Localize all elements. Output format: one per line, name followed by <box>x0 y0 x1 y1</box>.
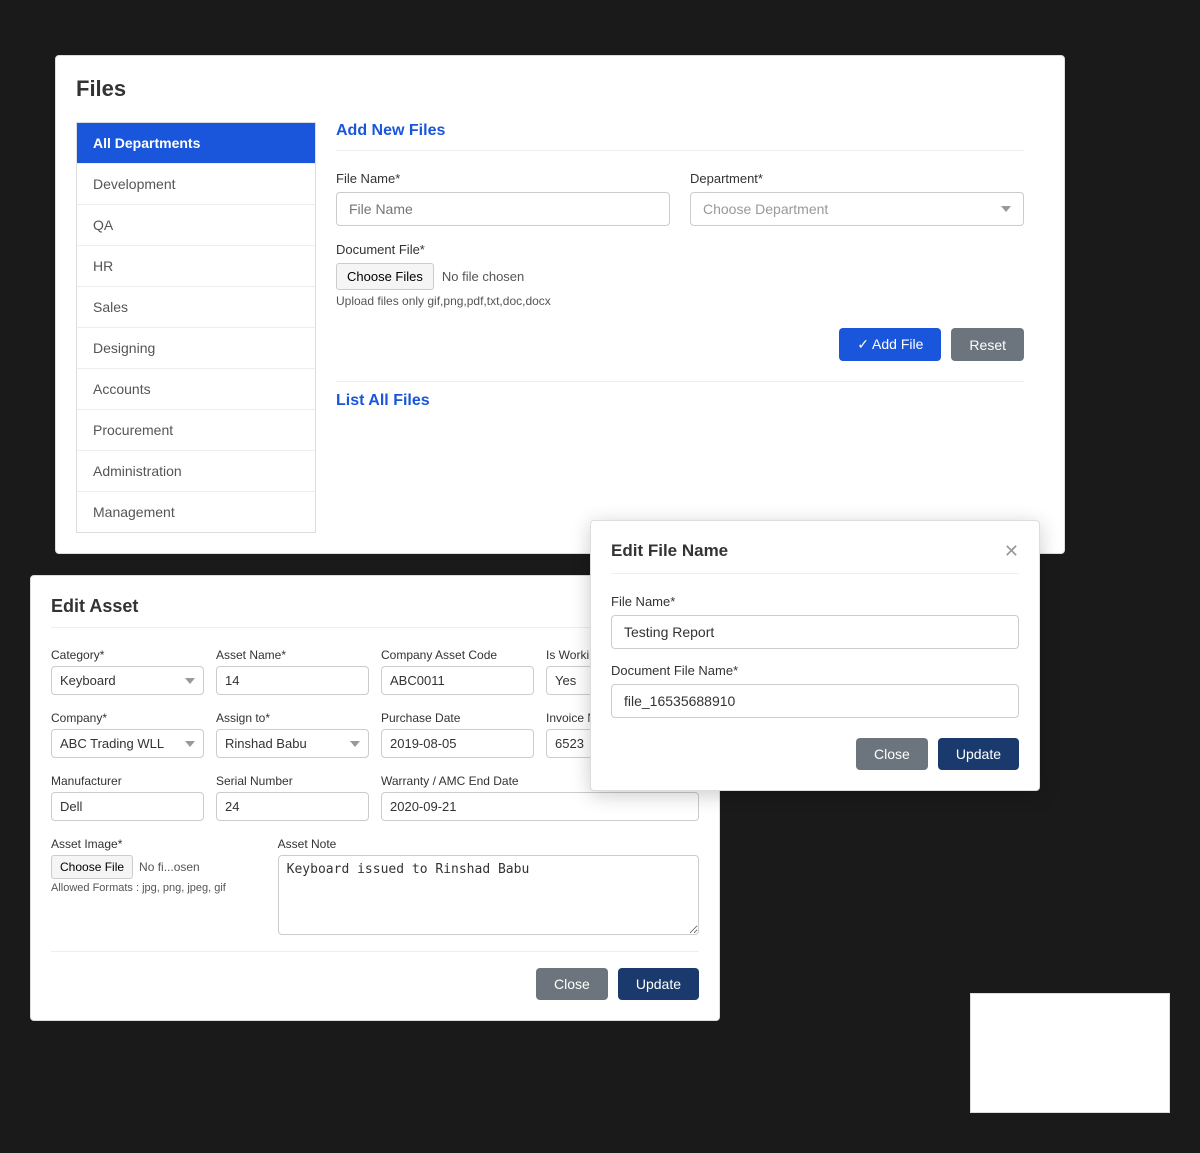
sidebar-item-qa[interactable]: QA <box>77 205 315 246</box>
edit-asset-close-button[interactable]: Close <box>536 968 608 1000</box>
asset-image-label: Asset Image* <box>51 837 262 851</box>
asset-note-label: Asset Note <box>278 837 699 851</box>
list-section-title: List All Files <box>336 381 1024 410</box>
reset-button[interactable]: Reset <box>951 328 1024 361</box>
purchase-date-group: Purchase Date <box>381 711 534 758</box>
purchase-date-input[interactable] <box>381 729 534 758</box>
modal-file-name-label: File Name* <box>611 594 1019 609</box>
sidebar-item-management[interactable]: Management <box>77 492 315 532</box>
sidebar-item-hr[interactable]: HR <box>77 246 315 287</box>
serial-number-label: Serial Number <box>216 774 369 788</box>
sidebar-item-all-departments[interactable]: All Departments <box>77 123 315 164</box>
white-box-bottom-right <box>970 993 1170 1113</box>
assign-to-label: Assign to* <box>216 711 369 725</box>
asset-name-group: Asset Name* <box>216 648 369 695</box>
department-select[interactable]: Choose Department <box>690 192 1024 226</box>
purchase-date-label: Purchase Date <box>381 711 534 725</box>
company-asset-code-group: Company Asset Code <box>381 648 534 695</box>
choose-files-button[interactable]: Choose Files <box>336 263 434 290</box>
sidebar-item-sales[interactable]: Sales <box>77 287 315 328</box>
assign-to-group: Assign to* Rinshad Babu <box>216 711 369 758</box>
sidebar-item-procurement[interactable]: Procurement <box>77 410 315 451</box>
warranty-input[interactable] <box>381 792 699 821</box>
modal-close-x-button[interactable]: ✕ <box>1004 542 1019 560</box>
modal-doc-file-name-group: Document File Name* <box>611 663 1019 718</box>
category-group: Category* Keyboard <box>51 648 204 695</box>
company-asset-code-input[interactable] <box>381 666 534 695</box>
sidebar-item-designing[interactable]: Designing <box>77 328 315 369</box>
sidebar-item-accounts[interactable]: Accounts <box>77 369 315 410</box>
sidebar-item-administration[interactable]: Administration <box>77 451 315 492</box>
upload-hint: Upload files only gif,png,pdf,txt,doc,do… <box>336 294 1024 308</box>
category-label: Category* <box>51 648 204 662</box>
file-name-input[interactable] <box>336 192 670 226</box>
asset-image-group: Asset Image* Choose File No fi...osen Al… <box>51 837 262 935</box>
category-select[interactable]: Keyboard <box>51 666 204 695</box>
edit-filename-modal: Edit File Name ✕ File Name* Document Fil… <box>590 520 1040 791</box>
asset-no-file-text: No fi...osen <box>139 860 200 874</box>
modal-header: Edit File Name ✕ <box>611 541 1019 574</box>
sidebar-item-development[interactable]: Development <box>77 164 315 205</box>
modal-close-button[interactable]: Close <box>856 738 928 770</box>
asset-name-input[interactable] <box>216 666 369 695</box>
files-main-content: Add New Files File Name* Department* Cho… <box>316 122 1044 533</box>
modal-title: Edit File Name <box>611 541 728 561</box>
modal-doc-file-name-label: Document File Name* <box>611 663 1019 678</box>
company-group: Company* ABC Trading WLL <box>51 711 204 758</box>
modal-file-name-group: File Name* <box>611 594 1019 649</box>
serial-number-input[interactable] <box>216 792 369 821</box>
choose-file-button[interactable]: Choose File <box>51 855 133 879</box>
add-new-section-title: Add New Files <box>336 122 1024 151</box>
document-file-label: Document File* <box>336 242 1024 257</box>
modal-update-button[interactable]: Update <box>938 738 1019 770</box>
file-name-label: File Name* <box>336 171 670 186</box>
no-file-text: No file chosen <box>442 269 524 284</box>
files-panel-title: Files <box>76 76 1044 102</box>
add-file-button[interactable]: ✓ Add File <box>839 328 941 361</box>
serial-number-group: Serial Number <box>216 774 369 821</box>
asset-note-group: Asset Note Keyboard issued to Rinshad Ba… <box>278 837 699 935</box>
file-name-group: File Name* <box>336 171 670 226</box>
manufacturer-input[interactable] <box>51 792 204 821</box>
assign-to-select[interactable]: Rinshad Babu <box>216 729 369 758</box>
modal-file-name-input[interactable] <box>611 615 1019 649</box>
company-asset-code-label: Company Asset Code <box>381 648 534 662</box>
manufacturer-label: Manufacturer <box>51 774 204 788</box>
asset-note-textarea[interactable]: Keyboard issued to Rinshad Babu <box>278 855 699 935</box>
department-sidebar: All Departments Development QA HR Sales … <box>76 122 316 533</box>
modal-doc-file-name-input[interactable] <box>611 684 1019 718</box>
company-label: Company* <box>51 711 204 725</box>
company-select[interactable]: ABC Trading WLL <box>51 729 204 758</box>
department-label: Department* <box>690 171 1024 186</box>
department-group: Department* Choose Department <box>690 171 1024 226</box>
edit-asset-update-button[interactable]: Update <box>618 968 699 1000</box>
asset-allowed-formats: Allowed Formats : jpg, png, jpeg, gif <box>51 882 262 894</box>
asset-name-label: Asset Name* <box>216 648 369 662</box>
files-panel: Files All Departments Development QA HR … <box>55 55 1065 554</box>
manufacturer-group: Manufacturer <box>51 774 204 821</box>
